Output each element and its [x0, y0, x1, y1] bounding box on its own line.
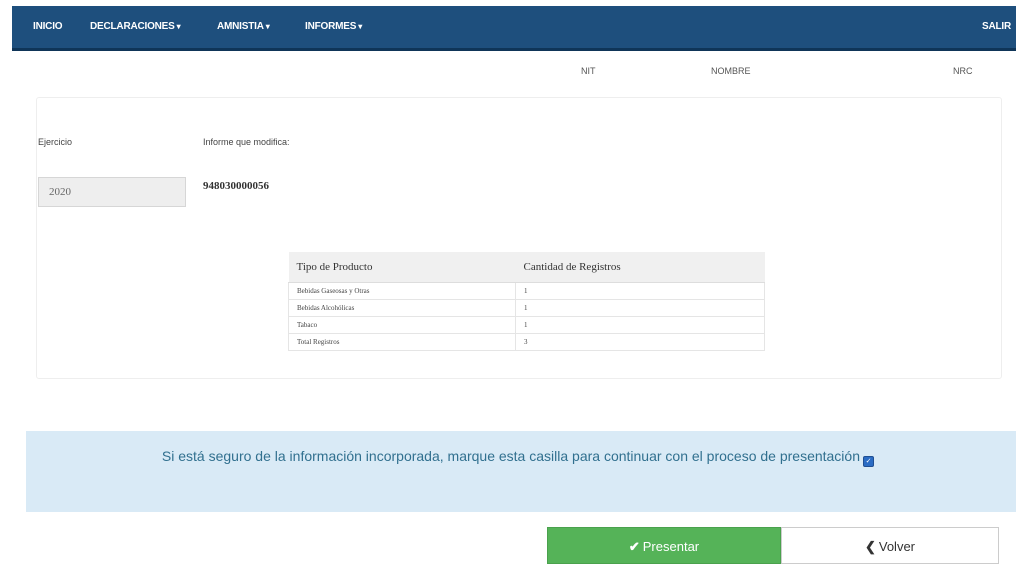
nav-declaraciones-label: DECLARACIONES — [90, 21, 175, 32]
cell-product: Total Registros — [288, 333, 516, 351]
table-row: Bebidas Gaseosas y Otras 1 — [288, 282, 765, 300]
nit-label: NIT — [581, 66, 596, 76]
nav-informes-label: INFORMES — [305, 21, 357, 32]
nav-amnistia-label: AMNISTIA — [217, 21, 264, 32]
cell-product: Bebidas Gaseosas y Otras — [288, 282, 516, 300]
informe-label: Informe que modifica: — [203, 137, 290, 147]
nav-informes[interactable]: INFORMES ▾ — [305, 21, 362, 32]
confirm-checkbox[interactable]: ✓ — [863, 456, 874, 467]
top-navbar: INICIO DECLARACIONES ▾ AMNISTIA ▾ INFORMES… — [12, 6, 1016, 51]
nav-declaraciones[interactable]: DECLARACIONES ▾ — [90, 21, 181, 32]
cell-count: 3 — [515, 333, 765, 351]
table-row: Bebidas Alcohólicas 1 — [288, 299, 765, 317]
col-tipo-producto: Tipo de Producto — [288, 252, 516, 283]
nav-amnistia[interactable]: AMNISTIA ▾ — [217, 21, 270, 32]
back-button[interactable]: ❮ Volver — [781, 527, 999, 564]
present-button-label: Presentar — [642, 539, 700, 554]
present-button[interactable]: ✔ Presentar — [547, 527, 781, 564]
caret-down-icon: ▾ — [265, 22, 270, 31]
cell-product: Tabaco — [288, 316, 516, 334]
check-icon: ✔ — [628, 539, 640, 554]
confirmation-text: Si está seguro de la información incorpo… — [161, 448, 860, 464]
ejercicio-label: Ejercicio — [38, 137, 73, 147]
cell-count: 1 — [515, 316, 765, 334]
chevron-left-icon: ❮ — [864, 539, 876, 554]
nombre-label: NOMBRE — [711, 66, 751, 76]
caret-down-icon: ▾ — [358, 22, 363, 31]
nrc-label: NRC — [953, 66, 973, 76]
table-row: Tabaco 1 — [288, 316, 765, 334]
confirmation-alert: Si está seguro de la información incorpo… — [26, 431, 1016, 512]
nav-salir[interactable]: SALIR — [982, 21, 1011, 32]
cell-count: 1 — [515, 282, 765, 300]
nav-inicio[interactable]: INICIO — [33, 21, 63, 32]
table-row: Total Registros 3 — [288, 333, 765, 351]
product-summary-table: Tipo de Producto Cantidad de Registros B… — [288, 252, 765, 351]
table-header-row: Tipo de Producto Cantidad de Registros — [288, 252, 765, 283]
cell-product: Bebidas Alcohólicas — [288, 299, 516, 317]
cell-count: 1 — [515, 299, 765, 317]
back-button-label: Volver — [878, 539, 916, 554]
col-cantidad-registros: Cantidad de Registros — [515, 252, 765, 283]
ejercicio-field[interactable]: 2020 — [38, 177, 186, 207]
caret-down-icon: ▾ — [176, 22, 181, 31]
informe-value: 948030000056 — [203, 180, 269, 192]
